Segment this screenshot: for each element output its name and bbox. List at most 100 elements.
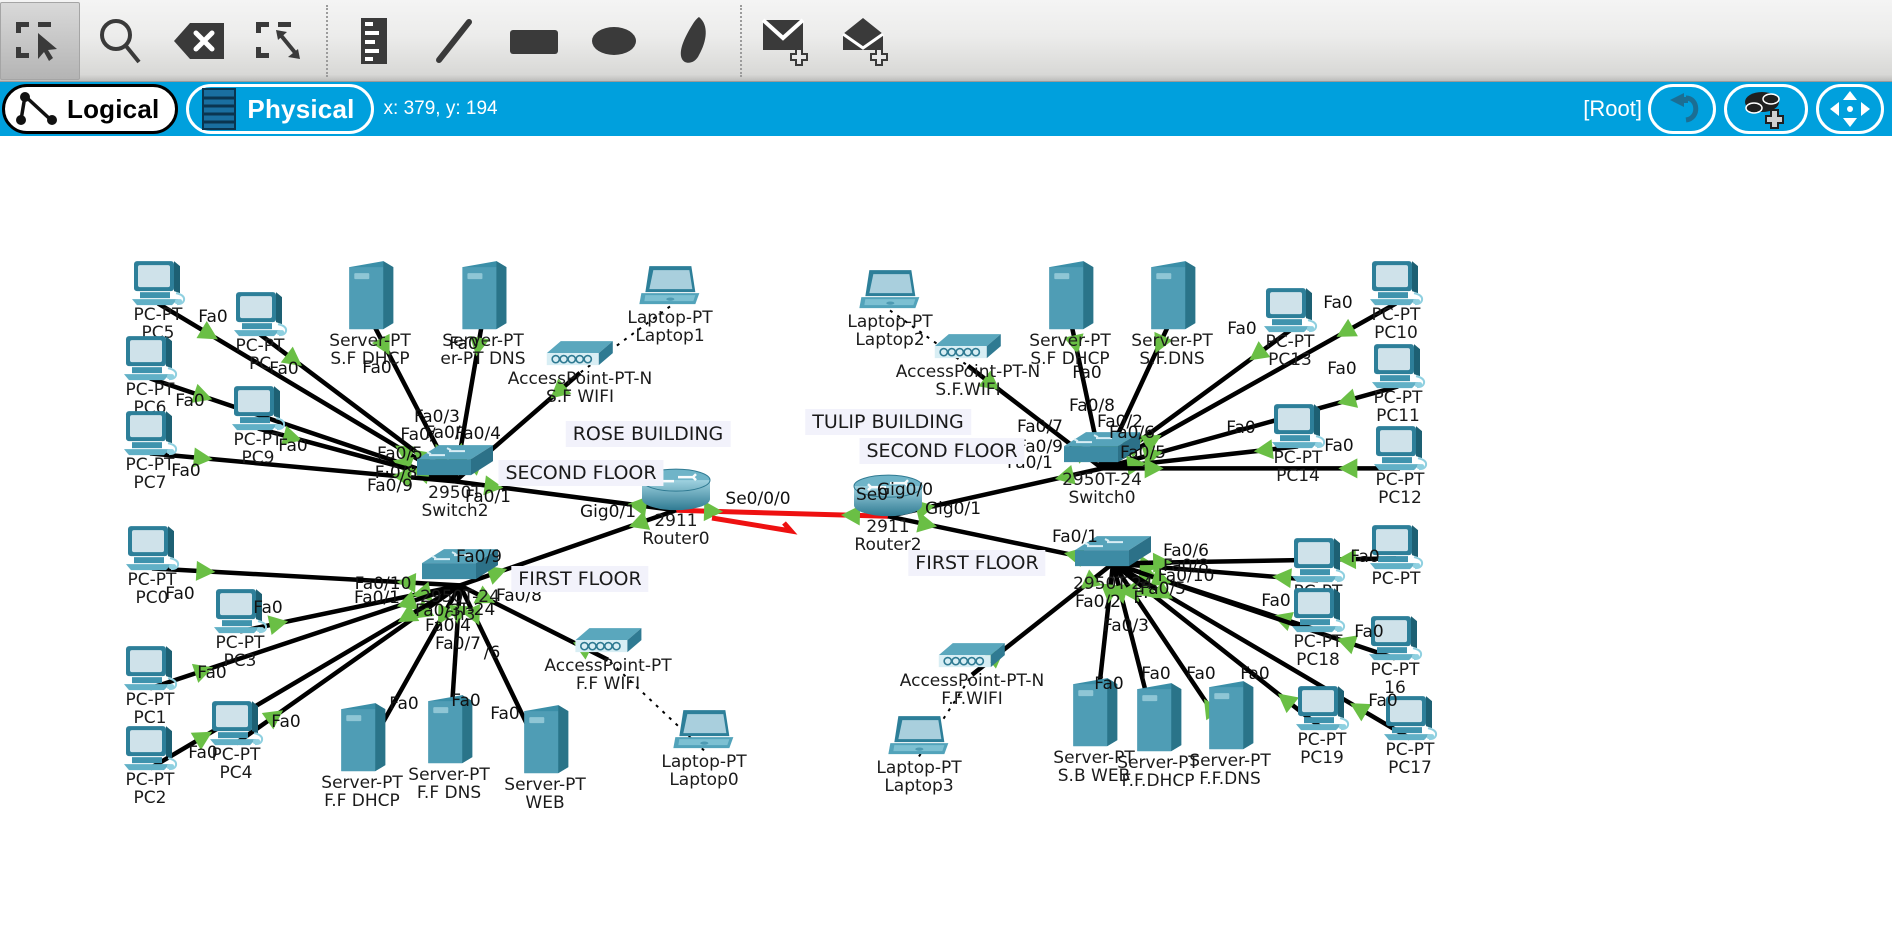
inspect-tool[interactable]	[80, 2, 160, 80]
port-label: Gig0/1	[924, 499, 982, 519]
port-label: Fa0	[1368, 691, 1398, 711]
logical-icon	[16, 92, 57, 125]
move-object-button[interactable]	[1816, 84, 1884, 134]
device-pc6[interactable]: PC-PT PC6	[120, 334, 180, 418]
port-label: Fa0	[1141, 664, 1171, 684]
device-label: PC-PT PC12	[1375, 470, 1425, 508]
port-label: Fa0	[198, 307, 228, 327]
port-label: Fa0	[451, 691, 481, 711]
envelope-open-plus-icon	[842, 17, 888, 66]
port-label: Fa0	[1354, 622, 1384, 642]
note-icon	[361, 17, 387, 64]
port-label: Fa0/9	[456, 547, 502, 567]
device-label: AccessPoint-PT-N S.F.WIFI	[895, 362, 1041, 400]
port-label: /6	[483, 643, 501, 663]
delete-tool[interactable]	[160, 2, 240, 80]
port-label: Fa0/5	[377, 444, 423, 464]
device-pc13[interactable]: PC-PT PC13	[1260, 286, 1320, 370]
envelope-plus-icon	[761, 18, 808, 66]
resize-shape-tool[interactable]	[240, 2, 320, 80]
logical-view-button[interactable]: Logical	[2, 84, 179, 134]
device-pc1[interactable]: PC-PT PC1	[120, 644, 180, 728]
port-label: Fa0/1	[354, 588, 400, 608]
zone-label: ROSE BUILDING	[565, 421, 731, 447]
device-pc14[interactable]: PC-PT PC14	[1268, 402, 1328, 486]
port-label: Fa0	[1324, 436, 1354, 456]
root-breadcrumb: [Root]	[1583, 96, 1642, 121]
back-button[interactable]	[1648, 84, 1716, 134]
device-s-f-dhcp[interactable]: Server-PT S.F DHCP	[329, 259, 411, 369]
port-label: Fa0/1	[465, 487, 511, 507]
port-label: Fa0	[197, 663, 227, 683]
device-laptop1[interactable]: Laptop-PT Laptop1	[627, 262, 713, 346]
device-pc11[interactable]: PC-PT PC11	[1368, 342, 1428, 426]
device-pc19[interactable]: PC-PT PC19	[1292, 684, 1352, 768]
zone-label: SECOND FLOOR	[498, 460, 664, 486]
port-label: Se0/0/0	[725, 489, 791, 509]
device-label: AccessPoint-PT F.F WIFI	[544, 656, 672, 694]
device-f-f-dhcp[interactable]: Server-PT F.F.DHCP	[1117, 681, 1199, 791]
device-pc12[interactable]: PC-PT PC12	[1370, 424, 1430, 508]
new-cluster-button[interactable]	[1724, 84, 1808, 134]
link-status-triangle	[1336, 318, 1358, 337]
line-icon	[436, 18, 472, 63]
port-label: Fa0	[1072, 363, 1102, 383]
device-pc18[interactable]: PC-PT PC18	[1288, 586, 1348, 670]
magnifier-icon	[100, 18, 141, 63]
move-object-icon	[1830, 91, 1870, 127]
port-label: Fa0	[1350, 547, 1380, 567]
device-f-f-dns[interactable]: Server-PT F.F.DNS	[1189, 679, 1271, 789]
device-label: 2911 Router0	[642, 511, 710, 549]
device-s-f-dns[interactable]: Server-PT S.F.DNS	[1131, 259, 1213, 369]
add-complex-pdu-tool[interactable]	[828, 2, 908, 80]
device-s-f-dhcp[interactable]: Server-PT S.F DHCP	[1029, 259, 1111, 369]
port-label: Fa0	[171, 461, 201, 481]
port-label: Fa0	[362, 358, 392, 378]
select-tool[interactable]	[0, 1, 80, 80]
device-label: Server-PT F.F.DHCP	[1117, 753, 1199, 791]
logical-workspace-canvas[interactable]: PC-PT PC5 PC-PT PC PC-PT PC6 PC-PT PC9 P…	[0, 136, 1892, 940]
device-pc10[interactable]: PC-PT PC10	[1366, 259, 1426, 343]
draw-ellipse-tool[interactable]	[574, 2, 654, 80]
cluster-plus-icon	[1745, 92, 1784, 129]
port-label: Fa0	[1227, 319, 1257, 339]
device-pc2[interactable]: PC-PT PC2	[120, 724, 180, 808]
main-toolbar	[0, 0, 1892, 82]
port-label: Gig0/0	[876, 480, 934, 500]
port-label: Fa0	[1261, 591, 1291, 611]
port-label: Fa0	[165, 584, 195, 604]
device-label: PC-PT PC10	[1371, 305, 1421, 343]
device-f-f-wifi[interactable]: AccessPoint-PT F.F WIFI	[544, 622, 672, 694]
port-label: Fa0/4	[455, 424, 501, 444]
port-label: Fa0	[188, 743, 218, 763]
link-pc0-switch3[interactable]	[151, 560, 461, 593]
device-label: AccessPoint-PT-N S.F WIFI	[507, 369, 653, 407]
freeform-icon	[680, 16, 706, 63]
physical-view-button[interactable]: Physical	[186, 84, 374, 134]
draw-rectangle-tool[interactable]	[494, 2, 574, 80]
device-switch2[interactable]: 2950T Switch2	[413, 437, 497, 521]
port-label: Fa0/6	[1109, 423, 1155, 443]
select-icon	[16, 21, 57, 61]
port-label: Fa0	[490, 704, 520, 724]
draw-line-tool[interactable]	[414, 2, 494, 80]
toolbar-separator-2	[740, 4, 742, 77]
draw-freeform-tool[interactable]	[654, 2, 734, 80]
link-status-triangle	[195, 560, 216, 581]
device-pc4[interactable]: PC-PT PC4	[206, 699, 266, 783]
place-note-tool[interactable]	[334, 2, 414, 80]
add-simple-pdu-tool[interactable]	[748, 2, 828, 80]
device-f-f-dhcp[interactable]: Server-PT F.F DHCP	[321, 701, 403, 811]
device-laptop3[interactable]: Laptop-PT Laptop3	[876, 712, 962, 796]
device-label: Laptop-PT Laptop3	[876, 758, 962, 796]
cursor-coordinates: x: 379, y: 194	[383, 98, 498, 119]
device-pc5[interactable]: PC-PT PC5	[128, 259, 188, 343]
zone-label: FIRST FLOOR	[908, 550, 1046, 576]
device-label: PC-PT PC17	[1385, 740, 1435, 778]
device-label: PC-PT	[1371, 569, 1421, 590]
device-s-f-wifi[interactable]: AccessPoint-PT-N S.F.WIFI	[896, 328, 1040, 400]
port-label: Fa0	[1327, 359, 1357, 379]
device-laptop0[interactable]: Laptop-PT Laptop0	[661, 706, 747, 790]
device-f-f-wifi[interactable]: AccessPoint-PT-N F.F.WIFI	[900, 637, 1044, 709]
device-s-f-wifi[interactable]: AccessPoint-PT-N S.F WIFI	[508, 335, 652, 407]
